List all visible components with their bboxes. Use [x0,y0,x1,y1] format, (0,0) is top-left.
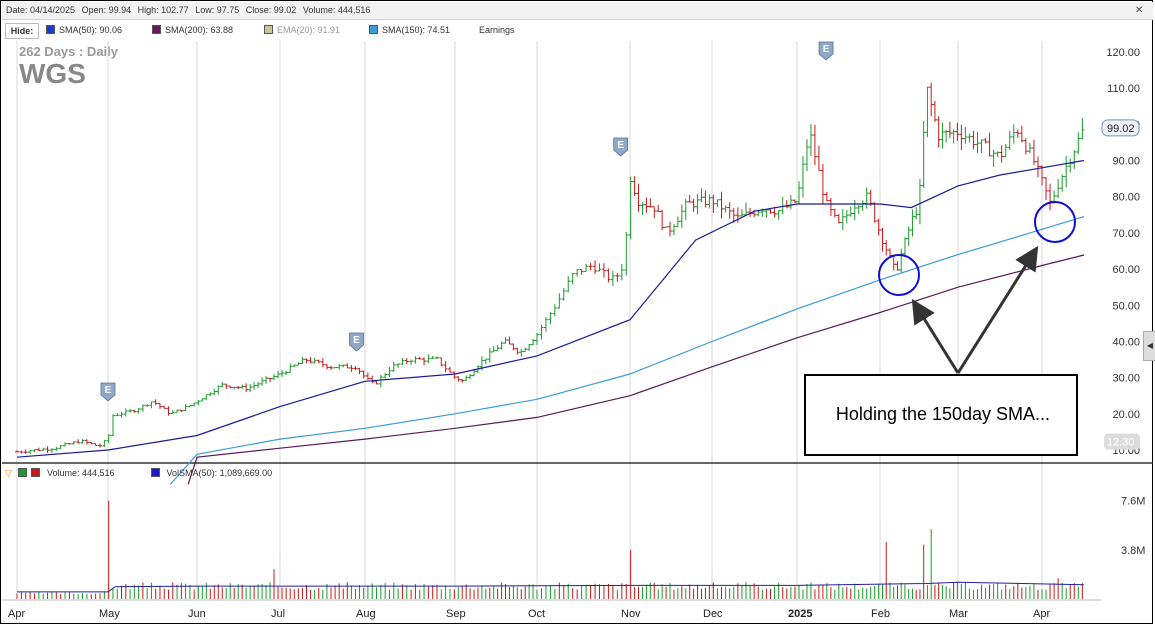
axes: 120.00110.00100.0090.0080.0070.0060.0050… [8,47,1145,620]
x-tick-label: Jul [271,608,285,620]
highlight-circle [1034,201,1076,243]
x-tick-label: Oct [528,608,545,620]
y-tick-label: 50.00 [1112,300,1140,312]
volume-bars [16,500,1085,599]
x-tick-label: 2025 [788,608,812,620]
annotation-box: Holding the 150day SMA... [804,374,1078,456]
y-tick-label: 60.00 [1112,264,1140,276]
volume-legend: ▽ Volume: 444,516 VolSMA(50): 1,089,669.… [5,468,273,478]
x-tick-label: Mar [949,608,968,620]
highlight-circle [878,254,920,296]
y-tick-label: 120.00 [1106,47,1140,59]
y-tick-label: 20.00 [1112,409,1140,421]
x-tick-label: May [99,608,120,620]
price-chart: EEEE 120.00110.00100.0090.0080.0070.0060… [2,41,1153,620]
volsma-legend-value: VolSMA(50): 1,089,669.00 [166,468,273,478]
earnings-markers: E E E E [100,41,834,402]
earnings-marker-label: E [617,140,624,151]
earnings-marker-label: E [823,44,830,55]
x-tick-label: Aug [356,608,376,620]
earnings-marker-label: E [353,335,360,346]
y-tick-label: 90.00 [1112,156,1140,168]
arrow [956,245,1039,374]
grid-lines [2,41,1153,601]
y-tick-label: 30.00 [1112,373,1140,385]
volume-legend-value: Volume: 444,516 [46,468,115,478]
chart-frame: Date: 04/14/2025 Open: 99.94 High: 102.7… [0,0,1155,624]
x-tick-label: Jun [188,608,206,620]
arrow [911,298,960,374]
volume-tick-label: 7.6M [1121,496,1145,508]
y-tick-label: 40.00 [1112,336,1140,348]
volume-tick-label: 3.8M [1121,545,1145,557]
last-price-label: 99.02 [1107,123,1135,135]
x-tick-label: Nov [621,608,641,620]
annotation-text: Holding the 150day SMA... [835,404,1051,424]
x-tick-label: Feb [871,608,890,620]
low-price-label: 12.30 [1107,437,1135,449]
x-tick-label: Apr [8,608,25,620]
y-tick-label: 80.00 [1112,192,1140,204]
y-tick-label: 70.00 [1112,228,1140,240]
collapse-panel-icon[interactable]: ◀ [1143,331,1155,361]
y-tick-label: 110.00 [1107,83,1140,95]
earnings-marker-label: E [105,385,112,396]
x-tick-label: Dec [703,608,723,620]
x-tick-label: Sep [446,608,466,620]
x-tick-label: Apr [1033,608,1050,620]
